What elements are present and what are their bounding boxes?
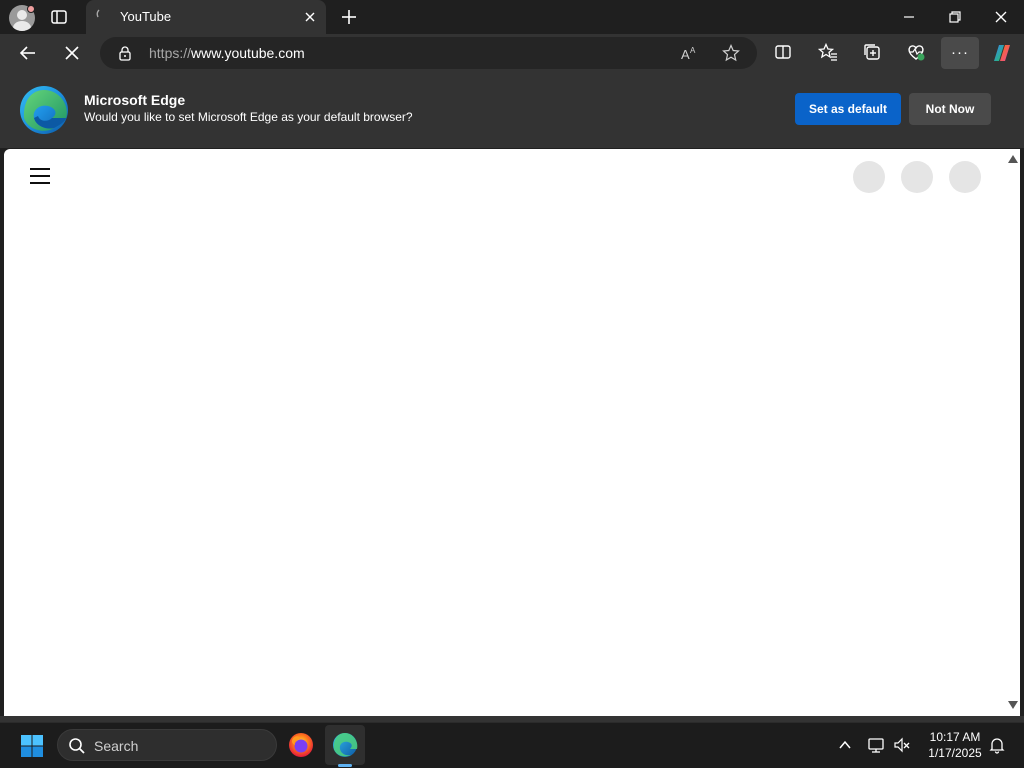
split-screen-icon[interactable] [773,42,793,62]
address-bar[interactable]: https://www.youtube.com A A [100,37,757,69]
page-content [4,149,1004,716]
profile-head [17,10,27,20]
scroll-down-arrow-icon[interactable] [1008,701,1018,709]
set-as-default-button[interactable]: Set as default [795,93,901,125]
new-tab-icon[interactable] [339,7,359,27]
svg-text:A: A [690,46,696,55]
scroll-up-arrow-icon[interactable] [1008,155,1018,163]
navigation-bar: https://www.youtube.com A A ··· [0,34,1024,93]
close-tab-icon[interactable] [302,9,318,25]
skeleton-avatar [901,161,933,193]
close-window-icon[interactable] [992,8,1010,26]
menu-line [30,175,50,177]
tab-actions-icon[interactable] [50,8,68,26]
clock-time: 10:17 AM [929,730,981,744]
system-clock[interactable]: 10:17 AM 1/17/2025 [920,729,990,761]
network-icon[interactable] [867,736,885,754]
guide-menu-icon[interactable] [30,168,50,184]
search-label: Search [94,738,139,754]
url-host: www.youtube.com [191,45,305,61]
taskbar: Search 10:17 AM 1/17/2025 [0,722,1024,768]
loading-spinner-icon [96,9,100,18]
collections-icon[interactable] [862,42,882,62]
default-browser-banner: Microsoft Edge Would you like to set Mic… [0,72,1024,148]
banner-message: Would you like to set Microsoft Edge as … [84,110,413,124]
chevron-up-icon[interactable] [836,736,854,754]
stop-loading-icon[interactable] [61,42,83,64]
taskbar-search-box[interactable]: Search [57,729,277,761]
url-text[interactable]: https://www.youtube.com [149,45,305,61]
url-scheme: https:// [149,45,192,61]
firefox-icon[interactable] [286,730,316,760]
edge-logo-icon [20,86,68,134]
skeleton-avatar [853,161,885,193]
menu-line [30,182,50,184]
more-label: ··· [951,44,969,61]
active-app-indicator [338,764,352,767]
edge-icon[interactable] [330,730,360,760]
tab-youtube[interactable]: YouTube [86,0,326,34]
notification-bell-icon[interactable] [988,736,1006,754]
minimize-icon[interactable] [900,8,918,26]
tab-title: YouTube [120,9,172,24]
search-icon [69,738,85,754]
favorite-star-icon[interactable] [722,44,740,62]
settings-and-more-button[interactable]: ··· [941,37,979,69]
browser-tab-bar: YouTube [0,0,1024,34]
lock-icon[interactable] [117,45,133,61]
back-arrow-icon[interactable] [17,42,39,64]
restore-icon[interactable] [946,8,964,26]
skeleton-avatar [949,161,981,193]
copilot-icon[interactable] [990,41,1014,65]
banner-title: Microsoft Edge [84,92,186,108]
svg-text:A: A [681,47,690,62]
vertical-scrollbar[interactable] [1004,149,1020,716]
not-now-button[interactable]: Not Now [909,93,991,125]
favorites-icon[interactable] [818,42,838,62]
browser-essentials-icon[interactable] [906,42,926,62]
read-aloud-icon[interactable]: A A [680,45,698,63]
windows-start-icon[interactable] [20,734,44,758]
clock-date: 1/17/2025 [928,746,982,760]
profile-notification-dot [27,5,35,13]
volume-muted-icon[interactable] [893,736,911,754]
menu-line [30,168,50,170]
profile-body [13,21,31,31]
